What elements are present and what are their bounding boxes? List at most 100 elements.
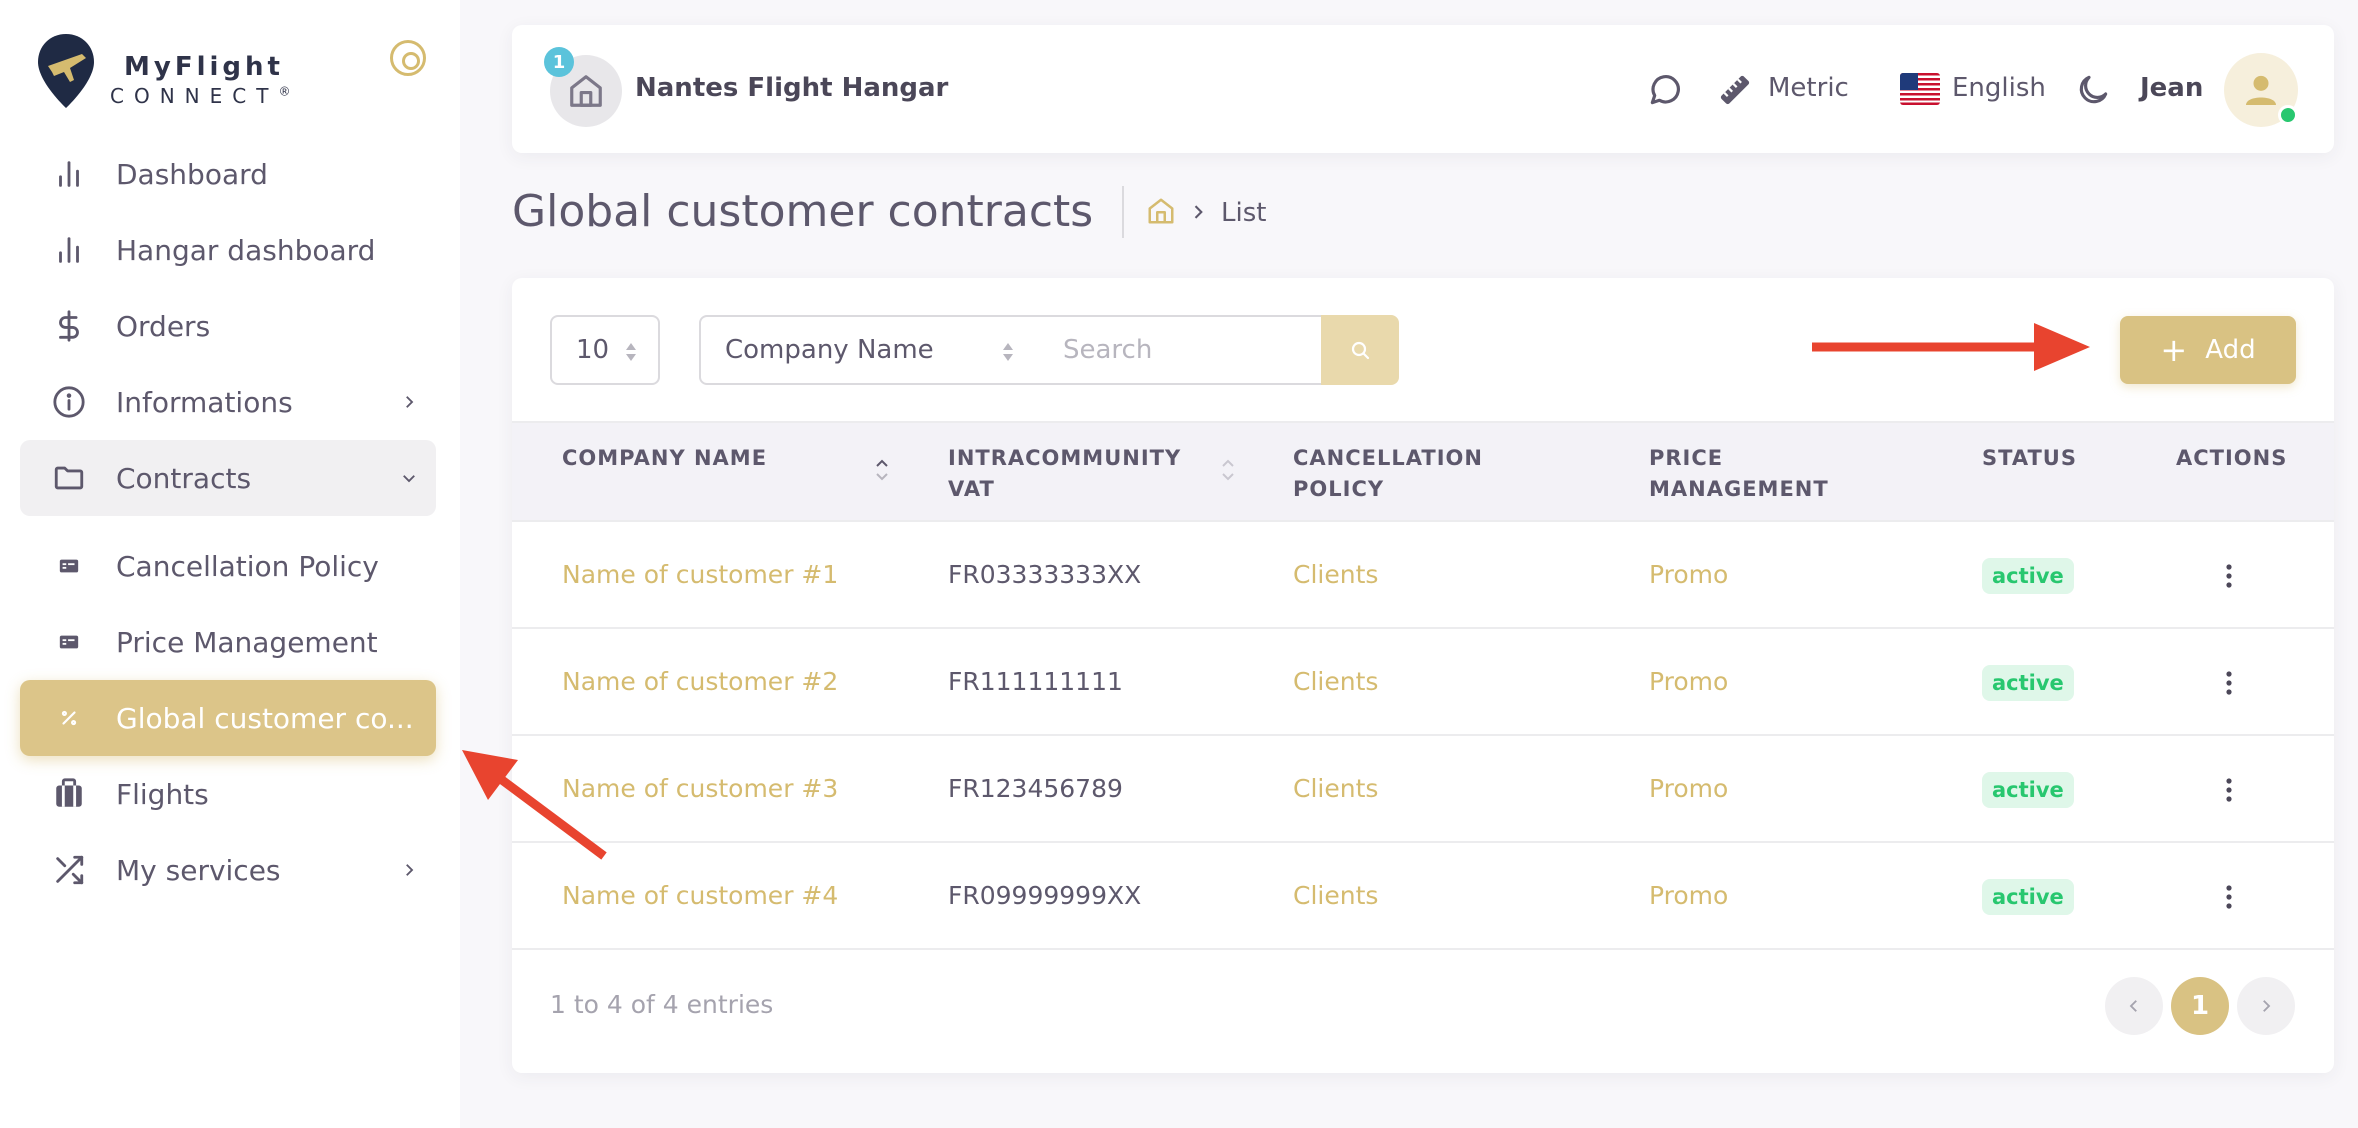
cancellation-policy-link[interactable]: Clients: [1293, 667, 1378, 696]
per-page-select[interactable]: 10: [550, 315, 660, 385]
price-management-link[interactable]: Promo: [1649, 881, 1728, 910]
sidebar-item-label: My services: [116, 853, 281, 887]
sidebar-item-label: Global customer co...: [116, 701, 414, 735]
sidebar-item-label: Dashboard: [116, 157, 268, 191]
vat-cell: FR123456789: [948, 774, 1123, 803]
price-management-link[interactable]: Promo: [1649, 774, 1728, 803]
price-management-link[interactable]: Promo: [1649, 560, 1728, 589]
cancellation-policy-link[interactable]: Clients: [1293, 774, 1378, 803]
column-header-intracommunity-vat[interactable]: INTRACOMMUNITY VAT: [948, 443, 1181, 505]
company-name-link[interactable]: Name of customer #1: [562, 560, 838, 589]
table-row: Name of customer #2 FR111111111 Clients …: [512, 629, 2334, 736]
cancellation-policy-link[interactable]: Clients: [1293, 881, 1378, 910]
sort-icon[interactable]: [1220, 455, 1236, 485]
price-management-link[interactable]: Promo: [1649, 667, 1728, 696]
chevron-right-icon: [406, 864, 414, 876]
status-badge: active: [1982, 558, 2074, 594]
shuffle-icon: [50, 851, 88, 889]
row-actions-kebab-icon[interactable]: [2214, 879, 2244, 915]
table-header: COMPANY NAME INTRACOMMUNITY VAT CANCELLAT…: [512, 421, 2334, 522]
top-navbar: 1 Nantes Flight Hangar Metric English Je…: [512, 25, 2334, 153]
unit-system-toggle[interactable]: Metric: [1768, 73, 1849, 103]
bar-chart-icon: [50, 155, 88, 193]
sidebar-item-informations[interactable]: Informations: [20, 364, 436, 440]
sidebar-item-my-services[interactable]: My services: [20, 832, 436, 908]
info-circle-icon: [50, 383, 88, 421]
sidebar-item-cancellation-policy[interactable]: Cancellation Policy: [20, 528, 436, 604]
add-button[interactable]: + Add: [2120, 316, 2296, 384]
row-actions-kebab-icon[interactable]: [2214, 665, 2244, 701]
column-header-status: STATUS: [1982, 446, 2077, 470]
per-page-value: 10: [576, 335, 610, 365]
company-name-link[interactable]: Name of customer #3: [562, 774, 838, 803]
entries-count: 1 to 4 of 4 entries: [550, 990, 774, 1019]
chevron-left-icon: [2129, 1000, 2137, 1012]
breadcrumb-home-icon[interactable]: [1146, 196, 1176, 226]
filter-field-value: Company Name: [725, 335, 934, 365]
hangar-name[interactable]: Nantes Flight Hangar: [635, 73, 948, 103]
pagination-previous-button[interactable]: [2105, 977, 2163, 1035]
percent-icon: [50, 699, 88, 737]
pagination-page-button[interactable]: 1: [2171, 977, 2229, 1035]
status-badge: active: [1982, 879, 2074, 915]
chevron-right-icon: [406, 396, 414, 408]
vat-cell: FR111111111: [948, 667, 1123, 696]
search-button[interactable]: [1321, 315, 1399, 385]
column-header-price-management: PRICE MANAGEMENT: [1649, 446, 1829, 501]
online-status-dot: [2278, 105, 2298, 125]
brand-logo[interactable]: MyFlight CONNECT®: [36, 32, 290, 110]
dollar-icon: [50, 307, 88, 345]
column-header-cancellation-policy: CANCELLATION POLICY: [1293, 446, 1483, 501]
table-row: Name of customer #3 FR123456789 Clients …: [512, 736, 2334, 843]
sidebar-item-label: Hangar dashboard: [116, 233, 376, 267]
sidebar-nav: Dashboard Hangar dashboard Orders Inform…: [20, 136, 436, 908]
folder-icon: [50, 459, 88, 497]
filter-field-select[interactable]: Company Name: [699, 315, 1041, 385]
chat-bubble-icon[interactable]: [1646, 71, 1684, 109]
sidebar-item-contracts[interactable]: Contracts: [20, 440, 436, 516]
us-flag-icon: [1900, 73, 1940, 105]
cancellation-policy-link[interactable]: Clients: [1293, 560, 1378, 589]
sidebar-item-price-management[interactable]: Price Management: [20, 604, 436, 680]
id-card-icon: [50, 547, 88, 585]
id-card-icon: [50, 623, 88, 661]
status-badge: active: [1982, 772, 2074, 808]
column-header-actions: ACTIONS: [2176, 446, 2288, 470]
brand-subtitle: CONNECT®: [110, 84, 291, 108]
notification-badge: 1: [544, 47, 574, 77]
sidebar-collapse-toggle-icon[interactable]: [390, 40, 426, 76]
location-pin-logo-icon: [38, 34, 94, 108]
language-selector[interactable]: English: [1952, 73, 2046, 103]
column-header-company-name[interactable]: COMPANY NAME: [562, 443, 767, 474]
sidebar-item-dashboard[interactable]: Dashboard: [20, 136, 436, 212]
sidebar-item-global-customer-contracts[interactable]: Global customer co...: [20, 680, 436, 756]
luggage-icon: [50, 775, 88, 813]
bar-chart-icon: [50, 231, 88, 269]
sidebar-item-orders[interactable]: Orders: [20, 288, 436, 364]
breadcrumb-current: List: [1221, 198, 1267, 228]
sidebar-item-hangar-dashboard[interactable]: Hangar dashboard: [20, 212, 436, 288]
moon-icon[interactable]: [2074, 71, 2112, 109]
add-button-label: Add: [2205, 335, 2256, 365]
sidebar-item-label: Contracts: [116, 461, 252, 495]
chevron-right-icon: [2263, 1000, 2271, 1012]
ruler-icon[interactable]: [1716, 71, 1754, 109]
pagination-next-button[interactable]: [2237, 977, 2295, 1035]
company-name-link[interactable]: Name of customer #4: [562, 881, 838, 910]
user-name[interactable]: Jean: [2140, 73, 2203, 103]
vat-cell: FR03333333XX: [948, 560, 1142, 589]
search-icon: [1351, 341, 1370, 360]
breadcrumb-divider: [1122, 186, 1124, 238]
sidebar-item-label: Flights: [116, 777, 209, 811]
sidebar-item-label: Orders: [116, 309, 211, 343]
sidebar-item-flights[interactable]: Flights: [20, 756, 436, 832]
table-row: Name of customer #1 FR03333333XX Clients…: [512, 522, 2334, 629]
vat-cell: FR09999999XX: [948, 881, 1142, 910]
row-actions-kebab-icon[interactable]: [2214, 558, 2244, 594]
sort-icon[interactable]: [874, 455, 890, 485]
user-icon: [2246, 75, 2276, 105]
company-name-link[interactable]: Name of customer #2: [562, 667, 838, 696]
row-actions-kebab-icon[interactable]: [2214, 772, 2244, 808]
select-updown-icon: [626, 343, 636, 361]
search-input[interactable]: [1039, 315, 1323, 385]
